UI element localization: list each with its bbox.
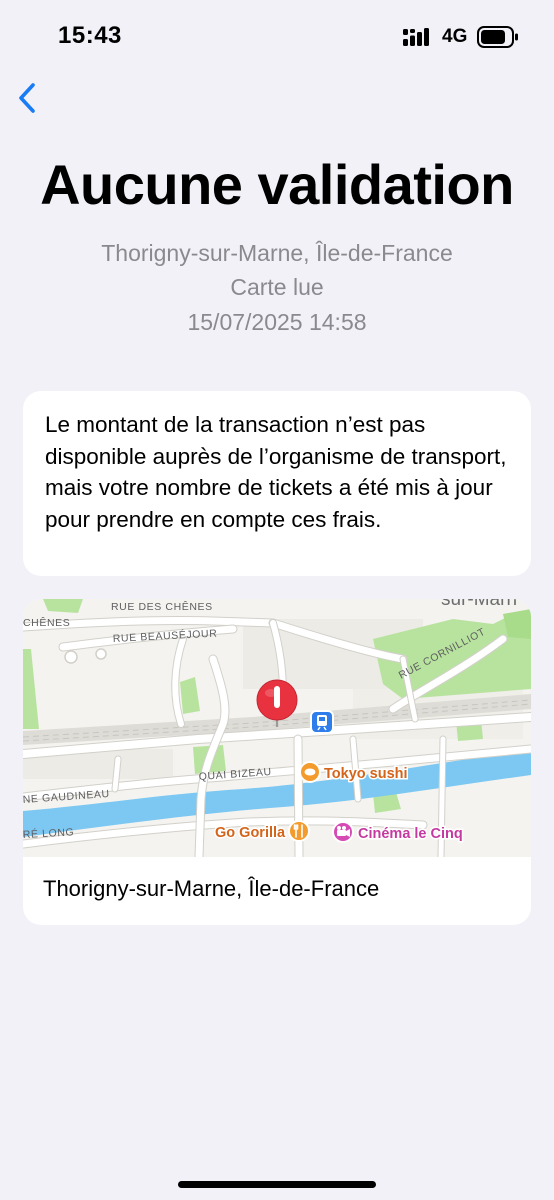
status-bar: 15:43 4G [0,0,554,72]
page-title: Aucune validation [40,153,514,216]
screen: 15:43 4G Aucune validation Thorigny-sur-… [0,0,554,1200]
location-text: Thorigny-sur-Marne, Île-de-France [101,240,453,266]
status-time: 15:43 [58,22,122,49]
map-view[interactable]: RUE DES CHÊNES CHÊNES RUE BEAUSÉJOUR RUE… [23,599,531,857]
map-card[interactable]: RUE DES CHÊNES CHÊNES RUE BEAUSÉJOUR RUE… [23,599,531,925]
street-label: CHÊNES [23,616,70,629]
home-indicator[interactable] [178,1181,376,1188]
park-area [43,599,83,613]
signal-bars-icon [403,28,429,46]
svg-text:Go Gorilla: Go Gorilla [215,825,286,841]
svg-text:Tokyo sushi: Tokyo sushi [324,766,408,782]
street-label: RÉ LONG [23,825,75,841]
battery-icon [477,26,518,48]
network-type: 4G [442,26,468,47]
back-button[interactable] [8,78,48,118]
street-label: RUE DES CHÊNES [111,600,213,613]
chevron-left-icon [19,83,35,113]
datetime-text: 15/07/2025 14:58 [187,309,367,335]
map-graphic: RUE DES CHÊNES CHÊNES RUE BEAUSÉJOUR RUE… [23,599,531,857]
sushi-icon [304,768,316,776]
train-station-icon [310,710,334,734]
map-caption: Thorigny-sur-Marne, Île-de-France [43,876,380,901]
status-text: Carte lue [230,274,324,300]
info-text: Le montant de la transaction n’est pas d… [45,412,507,532]
svg-text:Cinéma le Cinq: Cinéma le Cinq [358,826,463,842]
town-label: sur-Marn [441,599,517,610]
info-card: Le montant de la transaction n’est pas d… [23,391,531,576]
